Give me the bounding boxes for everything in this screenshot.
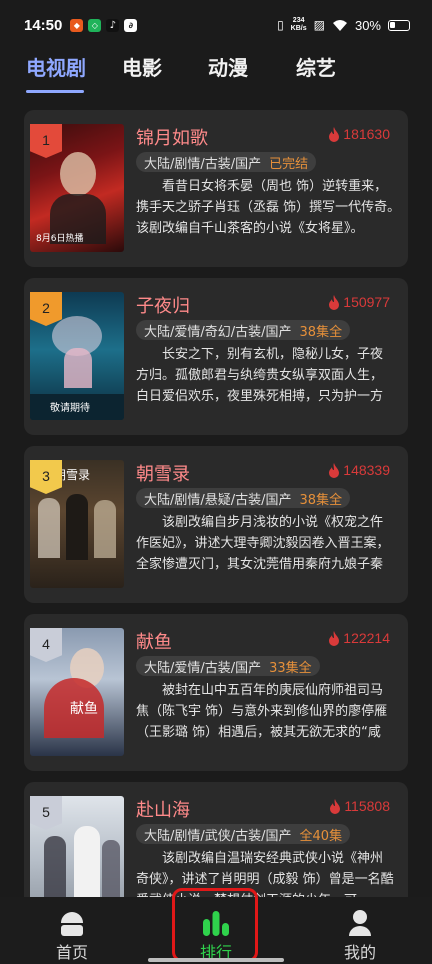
profile-icon bbox=[320, 907, 400, 937]
ranking-card[interactable]: 献鱼 4 献鱼 122214 大陆/爱情/古装/国产 33集全 被封在山中五百年… bbox=[24, 614, 408, 771]
flame-icon bbox=[330, 798, 341, 814]
notification-app-icon: ◇ bbox=[88, 18, 102, 32]
flame-icon bbox=[329, 462, 340, 478]
ranking-card[interactable]: 朝雪录 3 朝雪录 148339 大陆/剧情/悬疑/古装/国产 38集全 该剧改… bbox=[24, 446, 408, 603]
active-tab-indicator bbox=[26, 90, 84, 93]
show-description: 长安之下，别有玄机，隐秘儿女，子夜方归。孤傲郎君与纨绔贵女纵享双面人生，白日爱侣… bbox=[136, 347, 384, 404]
show-description: 被封在山中五百年的庚辰仙府师祖司马焦（陈飞宇 饰）与意外来到修仙界的廖停雁（王影… bbox=[136, 683, 388, 740]
genre-tags: 大陆/剧情/武侠/古装/国产 全40集 bbox=[136, 824, 351, 844]
nav-home[interactable]: 首页 bbox=[32, 907, 112, 963]
tab-anime[interactable]: 动漫 bbox=[208, 52, 248, 81]
heat-score: 115808 bbox=[329, 798, 390, 814]
episode-status: 33集全 bbox=[269, 660, 312, 676]
status-right: ▯ 234 KB/s ▨ 30% bbox=[277, 17, 410, 33]
heat-score: 181630 bbox=[328, 126, 390, 142]
genre-tags: 大陆/剧情/悬疑/古装/国产 38集全 bbox=[136, 488, 351, 508]
poster-caption: 献鱼 bbox=[70, 701, 98, 717]
show-title[interactable]: 子夜归 bbox=[136, 292, 190, 318]
tab-movies[interactable]: 电影 bbox=[122, 52, 162, 81]
home-icon bbox=[32, 907, 112, 937]
rank-badge: 4 bbox=[30, 628, 62, 662]
heat-score: 150977 bbox=[328, 294, 390, 310]
genre-tags: 大陆/爱情/古装/国产 33集全 bbox=[136, 656, 320, 676]
no-sim-icon: ▨ bbox=[313, 18, 325, 32]
rank-badge: 2 bbox=[30, 292, 62, 326]
ranking-card[interactable]: 8月6日热播 1 锦月如歌 181630 大陆/剧情/古装/国产 已完结 看昔日… bbox=[24, 110, 408, 267]
status-bar: 14:50 ◆ ◇ ♪ ∂ ▯ 234 KB/s ▨ 30% bbox=[0, 0, 432, 50]
rank-badge: 1 bbox=[30, 124, 62, 158]
episode-status: 38集全 bbox=[299, 324, 343, 340]
heat-score: 148339 bbox=[328, 462, 390, 478]
poster-caption: 敬请期待 bbox=[50, 403, 90, 414]
show-description: 看昔日女将禾晏（周也 饰）逆转重来，携手天之骄子肖珏（丞磊 饰）撰写一代传奇。 … bbox=[136, 179, 394, 236]
rank-badge: 5 bbox=[30, 796, 62, 830]
wifi-icon bbox=[332, 19, 347, 31]
tiktok-icon: ♪ bbox=[106, 18, 120, 32]
notification-app-icon: ◆ bbox=[70, 18, 84, 32]
flame-icon bbox=[329, 294, 340, 310]
poster-caption: 8月6日热播 bbox=[36, 234, 84, 244]
tab-variety[interactable]: 综艺 bbox=[296, 52, 336, 81]
show-title[interactable]: 赴山海 bbox=[136, 796, 190, 822]
heat-score: 122214 bbox=[328, 630, 390, 646]
ranking-card[interactable]: 敬请期待 2 子夜归 150977 大陆/爱情/奇幻/古装/国产 38集全 长安… bbox=[24, 278, 408, 435]
episode-status: 已完结 bbox=[269, 156, 309, 172]
rank-badge: 3 bbox=[30, 460, 62, 494]
flame-icon bbox=[329, 630, 340, 646]
show-title[interactable]: 朝雪录 bbox=[136, 460, 190, 486]
show-title[interactable]: 献鱼 bbox=[136, 628, 172, 654]
show-description: 该剧改编自步月浅妆的小说《权宠之仵作医妃》，讲述大理寺卿沈毅因卷入晋王案，全家惨… bbox=[136, 515, 390, 572]
battery-icon bbox=[388, 19, 410, 31]
episode-status: 全40集 bbox=[299, 828, 343, 844]
battery-percent: 30% bbox=[354, 17, 381, 33]
notification-icons: ◆ ◇ ♪ ∂ bbox=[70, 18, 138, 32]
vibrate-icon: ▯ bbox=[277, 18, 284, 32]
show-title[interactable]: 锦月如歌 bbox=[136, 124, 208, 150]
highlight-box bbox=[172, 888, 258, 962]
nav-profile[interactable]: 我的 bbox=[320, 907, 400, 963]
flame-icon bbox=[329, 126, 340, 142]
network-speed: 234 KB/s bbox=[290, 17, 307, 32]
tab-tv-series[interactable]: 电视剧 bbox=[26, 52, 86, 81]
genre-tags: 大陆/爱情/奇幻/古装/国产 38集全 bbox=[136, 320, 351, 340]
status-time: 14:50 bbox=[24, 16, 63, 34]
category-tabs: 电视剧 电影 动漫 综艺 bbox=[0, 52, 432, 98]
notification-app-icon: ∂ bbox=[124, 18, 138, 32]
home-indicator bbox=[148, 958, 284, 962]
genre-tags: 大陆/剧情/古装/国产 已完结 bbox=[136, 152, 317, 172]
episode-status: 38集全 bbox=[299, 492, 343, 508]
